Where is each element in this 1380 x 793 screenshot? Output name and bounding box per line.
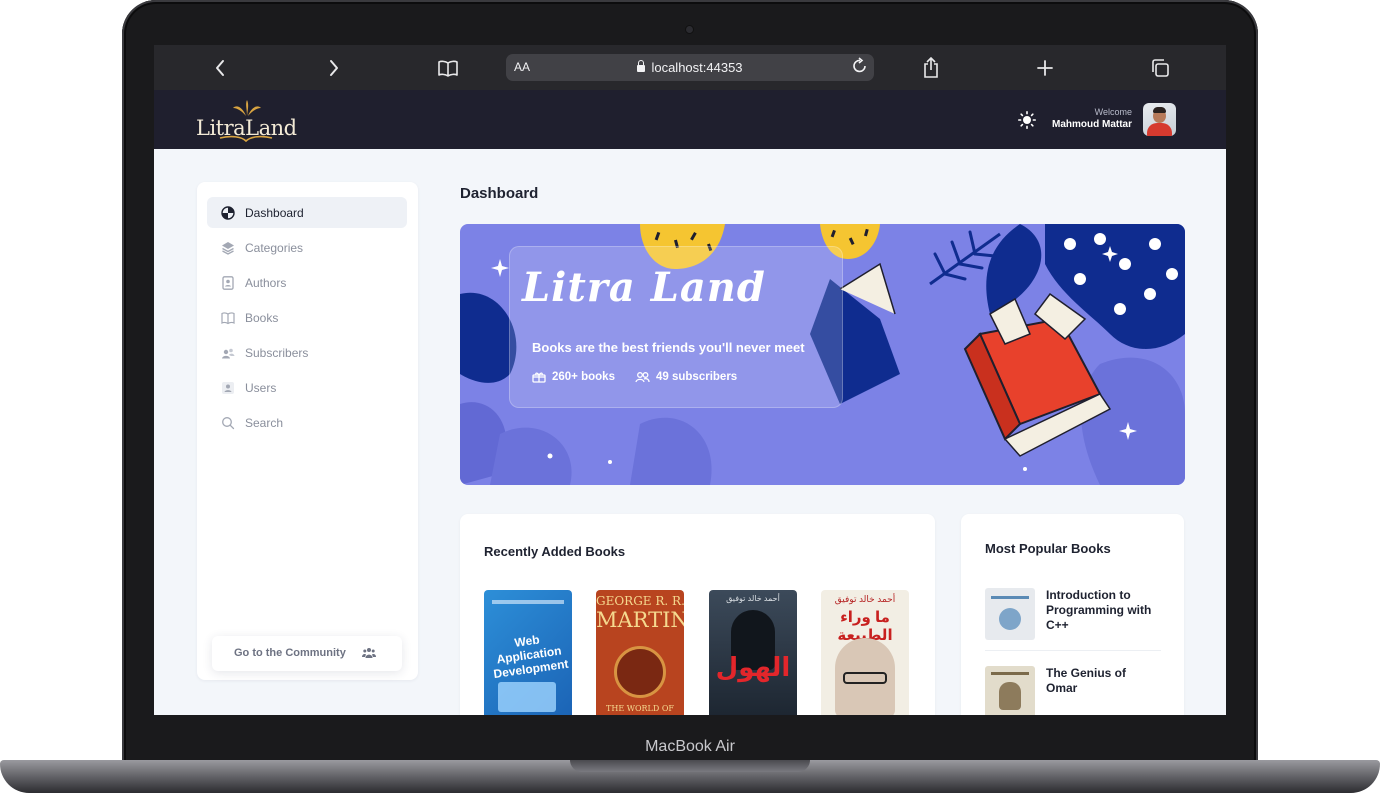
open-book-icon (221, 312, 235, 325)
user-list-icon (222, 382, 234, 394)
book-cover-author: أحمد خالد توفيق (726, 594, 780, 603)
reload-icon[interactable] (852, 57, 868, 80)
screen: AA localhost:44353 LitraLand Welcome Mah… (154, 45, 1226, 715)
hero-subtitle: Books are the best friends you'll never … (532, 340, 805, 355)
sidebar: Dashboard Categories Authors Books Subsc… (197, 182, 418, 680)
community-button[interactable]: Go to the Community (212, 636, 402, 671)
sidebar-item-authors[interactable]: Authors (207, 267, 407, 298)
new-tab-icon[interactable] (1032, 55, 1058, 81)
url-text: localhost:44353 (651, 60, 743, 75)
books-stat-label: 260+ books (552, 371, 615, 383)
book-cover-title: THE WORLD OF (606, 704, 674, 713)
book-cover-title: Web Application Development (492, 632, 570, 682)
sidebar-item-label: Users (245, 381, 277, 395)
sidebar-item-label: Search (245, 416, 284, 430)
users-icon (635, 372, 650, 383)
book-cover-title: الهول (715, 652, 791, 682)
sidebar-item-search[interactable]: Search (207, 407, 407, 438)
popular-book-title: Introduction to Programming with C++ (1046, 588, 1152, 632)
card-title: Recently Added Books (484, 544, 626, 559)
camera-icon (686, 26, 693, 33)
back-icon[interactable] (207, 55, 233, 81)
user-name: Mahmoud Mattar (1052, 119, 1132, 130)
sidebar-item-label: Categories (245, 241, 304, 255)
search-icon (222, 417, 235, 430)
book-cover-author-surname: MARTIN (596, 608, 684, 632)
contact-card-icon (222, 276, 234, 290)
book-swoosh-icon (219, 135, 273, 143)
subscribers-stat-label: 49 subscribers (656, 371, 738, 383)
layers-icon (222, 242, 234, 255)
sidebar-item-dashboard[interactable]: Dashboard (207, 197, 407, 228)
sidebar-item-categories[interactable]: Categories (207, 232, 407, 263)
hero-banner: Litra Land Books are the best friends yo… (460, 224, 1185, 485)
laptop-notch (570, 760, 810, 772)
welcome-block: Welcome Mahmoud Mattar (1052, 107, 1132, 130)
app-header: LitraLand Welcome Mahmoud Mattar (154, 90, 1226, 149)
sidebar-item-label: Subscribers (245, 346, 309, 360)
community-label: Go to the Community (234, 647, 346, 659)
welcome-label: Welcome (1094, 107, 1132, 117)
book-thumbnail (985, 666, 1035, 715)
popular-books-card: Most Popular Books Introduction to Progr… (961, 514, 1184, 715)
subscribers-stat: 49 subscribers (635, 371, 737, 383)
book-cover-author: GEORGE R. R. (596, 594, 684, 608)
book-cover-author: أحمد خالد توفيق (834, 594, 896, 604)
popular-book-title: The Genius of Omar (1046, 666, 1127, 695)
book-cover[interactable]: GEORGE R. R. MARTIN THE WORLD OF (596, 590, 684, 715)
bookmarks-icon[interactable] (435, 55, 461, 81)
books-stat: 260+ books (532, 371, 615, 383)
book-cover[interactable]: أحمد خالد توفيق الهول (709, 590, 797, 715)
share-icon[interactable] (918, 55, 944, 81)
logo[interactable]: LitraLand (196, 100, 306, 143)
sidebar-item-subscribers[interactable]: Subscribers (207, 337, 407, 368)
page-title: Dashboard (460, 185, 539, 202)
divider (985, 650, 1161, 651)
leaf-icon (233, 100, 261, 116)
sidebar-item-label: Authors (245, 276, 287, 290)
tabs-overview-icon[interactable] (1147, 55, 1173, 81)
book-thumbnail (985, 588, 1035, 640)
browser-toolbar: AA localhost:44353 (154, 45, 1226, 90)
sidebar-item-label: Dashboard (245, 206, 304, 220)
book-cover[interactable]: أحمد خالد توفيق ما وراء الطبيعة (821, 590, 909, 715)
sidebar-item-label: Books (245, 311, 279, 325)
avatar[interactable] (1143, 103, 1176, 136)
sun-icon[interactable] (1018, 111, 1036, 129)
gift-icon (532, 372, 546, 383)
hero-card: Litra Land Books are the best friends yo… (509, 246, 843, 408)
pie-chart-icon (221, 206, 235, 220)
hero-title: Litra Land (522, 264, 766, 311)
address-bar[interactable]: AA localhost:44353 (506, 54, 874, 81)
users-icon (362, 648, 376, 658)
card-title: Most Popular Books (985, 541, 1111, 556)
forward-icon[interactable] (321, 55, 347, 81)
book-cover[interactable]: Web Application Development (484, 590, 572, 715)
sidebar-item-users[interactable]: Users (207, 372, 407, 403)
lock-icon (637, 60, 646, 72)
users-icon (222, 348, 235, 359)
sidebar-item-books[interactable]: Books (207, 302, 407, 333)
device-label: MacBook Air (645, 738, 735, 755)
